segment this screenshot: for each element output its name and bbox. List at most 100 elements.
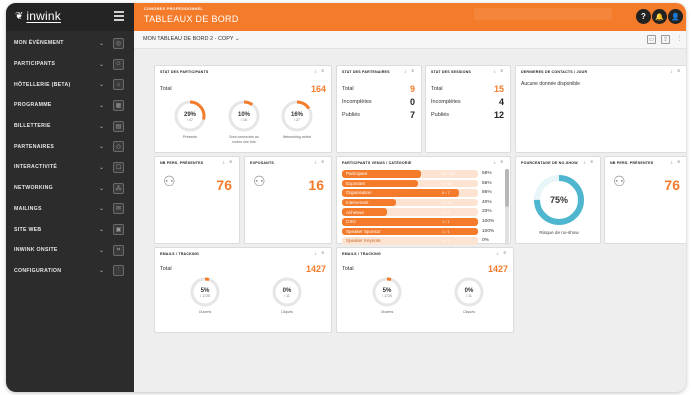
sidebar-item-network[interactable]: NETWORKING ⌄ ⁂ <box>6 178 134 199</box>
sidebar-item-label: SITE WEB <box>14 226 42 233</box>
page-title: TABLEAUX DE BORD <box>144 14 239 24</box>
settings-icon[interactable]: ⫶ <box>675 35 684 44</box>
category-bar-row: Speaker Sponsor 1 / 1 100% <box>342 227 502 236</box>
category-bar-row: Acheteur 3 / 9 33% <box>342 208 502 216</box>
interactivity-icon: ☐ <box>113 161 124 173</box>
share-icon[interactable]: ⇪ <box>661 35 670 44</box>
bar-percent: 33% <box>482 209 492 215</box>
chevron-down-icon: ⌄ <box>99 61 105 68</box>
hamburger-menu-icon[interactable] <box>114 11 124 21</box>
network-icon: ⁂ <box>113 182 124 194</box>
bar-category-name: Intervenant <box>346 199 369 205</box>
help-icon[interactable]: ? <box>636 9 651 24</box>
card-tools-icon[interactable]: ⤓ ⊞ <box>223 159 234 164</box>
exhibitors-count: 16 <box>308 177 324 193</box>
present-count: 76 <box>664 177 680 193</box>
category-bar-row: Speaker Keynote 0 / 1 0% <box>342 237 502 245</box>
dashboard-selector[interactable]: MON TABLEAU DE BORD 2 - COPY ⌄ <box>143 36 240 42</box>
no-show-caption: Risque de no-show <box>539 230 579 235</box>
row-label: Total <box>342 86 354 92</box>
card-title: DERNIERES DE CONTACTS / JOUR <box>521 70 588 74</box>
people-icon: ⚇ <box>163 173 176 189</box>
card-tools-icon[interactable]: ⤓ ⊞ <box>494 159 505 164</box>
ticket-icon: ▤ <box>113 120 124 132</box>
chevron-down-icon: ⌄ <box>99 82 105 89</box>
people-icon: ⚇ <box>613 173 626 189</box>
sidebar-item-interactivity[interactable]: INTERACTIVITÉ ⌄ ☐ <box>6 157 134 178</box>
chevron-down-icon: ⌄ <box>99 268 105 275</box>
sidebar-item-mail[interactable]: MAILINGS ⌄ ✉ <box>6 199 134 220</box>
card-title: STAT DES SESSIONS <box>431 70 472 74</box>
card-present-people-2: NB PERS. PRÉSENTES ⤓ ⊞ ⚇ 76 <box>604 156 686 244</box>
circle-sub: / 1725 <box>382 294 392 298</box>
card-tools-icon[interactable]: ⤓ ⊞ <box>315 159 326 164</box>
progress-circle: 0%/ 11 Cliqués <box>449 276 489 315</box>
sidebar-item-web[interactable]: SITE WEB ⌄ ▣ <box>6 219 134 240</box>
row-label: Publiés <box>342 112 361 118</box>
bar-count: 3 / 9 <box>442 209 450 215</box>
chevron-down-icon: ⌄ <box>99 164 105 171</box>
card-no-show: POURCENTAGE DE NO-SHOW ⤓ ⊞ 75% Risque de… <box>515 156 601 244</box>
onsite-icon: ⌗ <box>113 244 124 256</box>
sidebar-item-label: HÔTELLERIE (BETA) <box>14 81 71 88</box>
bar-count: 26 / 45 <box>442 171 455 177</box>
card-tools-icon[interactable]: ⤓ ⊞ <box>315 68 326 73</box>
bar-category-name: Participant <box>346 171 368 177</box>
card-tools-icon[interactable]: ⤓ ⊞ <box>584 159 595 164</box>
progress-circle: 16%/ 27 Networking activé <box>277 99 317 140</box>
progress-circle: 5%/ 1725 Ouverts <box>367 276 407 315</box>
circle-caption: Ouverts <box>380 310 394 314</box>
category-bar-row: CXO 1 / 1 100% <box>342 218 502 226</box>
bar-count: 1 / 1 <box>442 228 450 234</box>
partners-icon: ◇ <box>113 141 124 153</box>
total-label: Total <box>342 266 354 272</box>
card-title: EMAILS / TRACKING <box>342 252 381 256</box>
circle-sub: / 16 <box>241 118 247 122</box>
bar-percent: 58% <box>482 171 492 176</box>
card-title: STAT DES PARTICIPANTS <box>160 70 209 74</box>
bar-count: 0 / 1 <box>442 238 450 244</box>
sidebar-item-config[interactable]: CONFIGURATION ⌄ ⫶ <box>6 261 134 282</box>
progress-circle: 0%/ 11 Cliqués <box>267 276 307 315</box>
card-tools-icon[interactable]: ⤓ ⊞ <box>494 68 505 73</box>
sidebar-item-partners[interactable]: PARTENAIRES ⌄ ◇ <box>6 136 134 157</box>
image-icon[interactable]: ▭ <box>647 35 656 44</box>
logo-text: inwink <box>26 9 61 23</box>
sidebar-item-hotel[interactable]: HÔTELLERIE (BETA) ⌄ ⌂ <box>6 74 134 95</box>
progress-circle: 10%/ 16 Sont connectés au moins une fois <box>224 99 264 144</box>
bar-count: 1 / 1 <box>442 219 450 225</box>
sidebar-item-participants[interactable]: PARTICIPANTS ⌄ ☺ <box>6 54 134 75</box>
sidebar-item-calendar[interactable]: PROGRAMME ⌄ ▦ <box>6 95 134 116</box>
sidebar-item-label: INWINK ONSITE <box>14 247 58 254</box>
circle-caption: Ouverts <box>198 310 212 314</box>
progress-circle: 5%/ 1725 Ouverts <box>185 276 225 315</box>
card-tools-icon[interactable]: ⤓ ⊞ <box>671 159 682 164</box>
sidebar-item-label: PARTICIPANTS <box>14 61 56 68</box>
card-emails-tracking-1: EMAILS / TRACKING ⤓ ⊞ Total 1427 5%/ 172… <box>154 247 332 333</box>
user-icon[interactable]: 👤 <box>668 9 683 24</box>
people-icon: ⚇ <box>253 173 266 189</box>
card-tools-icon[interactable]: ⤓ ⊞ <box>405 68 416 73</box>
bar-percent: 86% <box>482 190 492 196</box>
card-exhibitors: EXPOSANTS ⤓ ⊞ ⚇ 16 <box>244 156 332 244</box>
row-value: 4 <box>498 97 504 107</box>
app-window: ❦ inwink MON ÉVÉNEMENT ⌄ ◎ PARTICIPANTS ⌄ ☺ HÔ… <box>6 3 686 392</box>
bell-icon[interactable]: 🔔 <box>652 9 667 24</box>
circle-sub: / 27 <box>294 118 300 122</box>
row-label: Incomplètes <box>431 99 461 105</box>
card-tools-icon[interactable]: ⤓ ⊞ <box>671 68 682 73</box>
bar-percent: 100% <box>482 228 495 234</box>
card-tools-icon[interactable]: ⤓ ⊞ <box>497 250 508 255</box>
card-stat-partners: STAT DES PARTENAIRES ⤓ ⊞ Total 9 Incomplèt… <box>336 65 422 153</box>
header-search-area[interactable] <box>474 8 612 20</box>
sidebar-item-event[interactable]: MON ÉVÉNEMENT ⌄ ◎ <box>6 33 134 54</box>
bar-category-name: CXO <box>346 219 356 225</box>
circle-caption: Sont connectés au moins une fois <box>229 135 259 144</box>
card-tools-icon[interactable]: ⤓ ⊞ <box>315 250 326 255</box>
row-label: Publiés <box>431 112 450 118</box>
card-scrollbar[interactable] <box>505 169 509 245</box>
chevron-down-icon: ⌄ <box>99 123 105 130</box>
sidebar-item-onsite[interactable]: INWINK ONSITE ⌄ ⌗ <box>6 240 134 261</box>
sidebar-item-ticket[interactable]: BILLETTERIE ⌄ ▤ <box>6 116 134 137</box>
logo[interactable]: ❦ inwink <box>15 9 61 23</box>
